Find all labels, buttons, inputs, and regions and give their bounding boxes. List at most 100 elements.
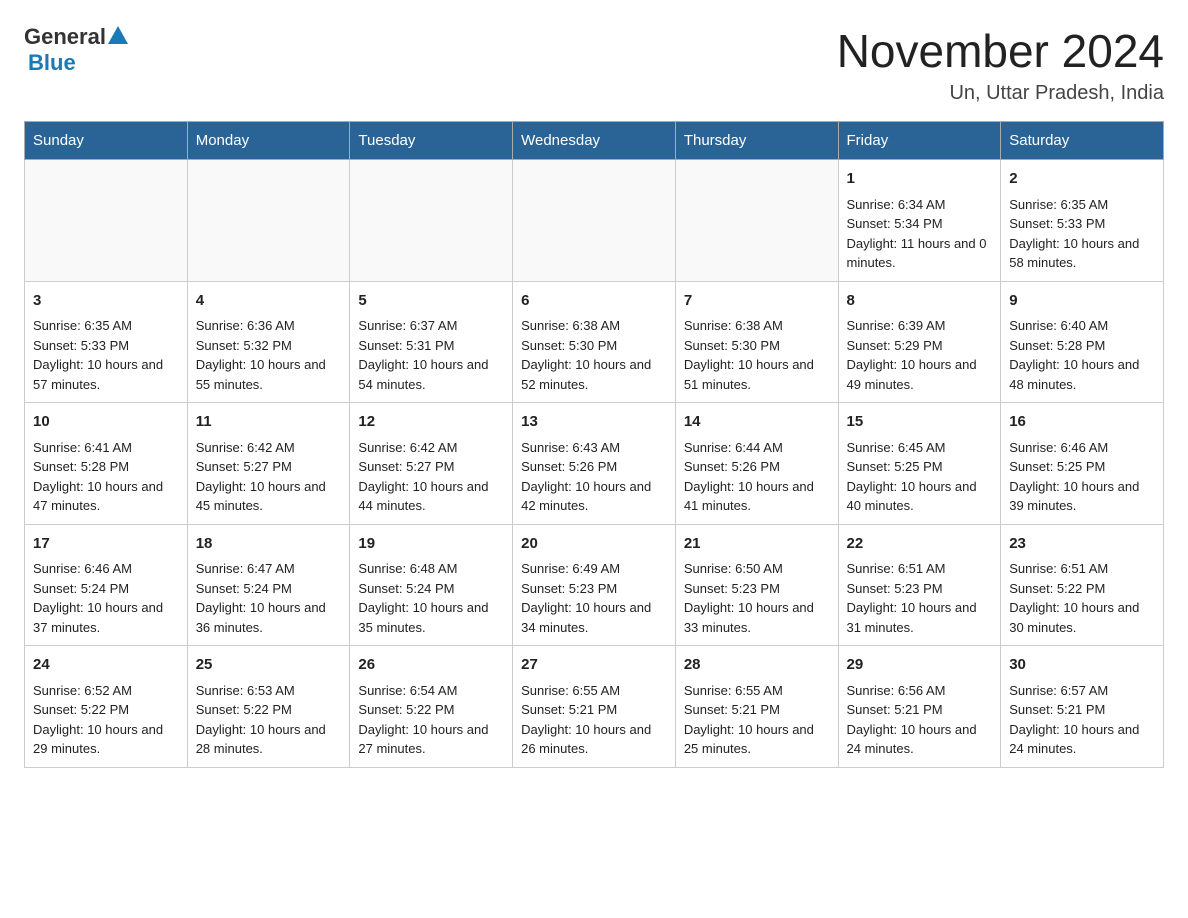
sunset-text: Sunset: 5:32 PM bbox=[196, 336, 342, 356]
calendar-cell: 30Sunrise: 6:57 AMSunset: 5:21 PMDayligh… bbox=[1001, 646, 1164, 768]
sunrise-text: Sunrise: 6:40 AM bbox=[1009, 316, 1155, 336]
day-number: 10 bbox=[33, 411, 179, 434]
calendar-cell: 21Sunrise: 6:50 AMSunset: 5:23 PMDayligh… bbox=[675, 524, 838, 646]
sunset-text: Sunset: 5:29 PM bbox=[847, 336, 993, 356]
sunset-text: Sunset: 5:22 PM bbox=[196, 700, 342, 720]
day-number: 9 bbox=[1009, 290, 1155, 313]
sunrise-text: Sunrise: 6:42 AM bbox=[196, 438, 342, 458]
sunrise-text: Sunrise: 6:47 AM bbox=[196, 559, 342, 579]
calendar-cell: 3Sunrise: 6:35 AMSunset: 5:33 PMDaylight… bbox=[25, 281, 188, 403]
calendar-cell bbox=[675, 160, 838, 282]
sunset-text: Sunset: 5:24 PM bbox=[196, 579, 342, 599]
daylight-text: Daylight: 10 hours and 25 minutes. bbox=[684, 720, 830, 759]
day-number: 18 bbox=[196, 533, 342, 556]
calendar-cell: 24Sunrise: 6:52 AMSunset: 5:22 PMDayligh… bbox=[25, 646, 188, 768]
calendar-cell: 18 Sunrise: 6:47 AMSunset: 5:24 PMDayligh… bbox=[187, 524, 350, 646]
day-number: 5 bbox=[358, 290, 504, 313]
daylight-text: Daylight: 10 hours and 34 minutes. bbox=[521, 598, 667, 637]
sunset-text: Sunset: 5:30 PM bbox=[521, 336, 667, 356]
calendar-cell: 14Sunrise: 6:44 AMSunset: 5:26 PMDayligh… bbox=[675, 403, 838, 525]
calendar-cell: 25Sunrise: 6:53 AMSunset: 5:22 PMDayligh… bbox=[187, 646, 350, 768]
day-number: 6 bbox=[521, 290, 667, 313]
weekday-header-monday: Monday bbox=[187, 122, 350, 160]
day-number: 23 bbox=[1009, 533, 1155, 556]
sunrise-text: Sunrise: 6:41 AM bbox=[33, 438, 179, 458]
calendar-week-row: 1Sunrise: 6:34 AMSunset: 5:34 PMDaylight… bbox=[25, 160, 1164, 282]
daylight-text: Daylight: 10 hours and 35 minutes. bbox=[358, 598, 504, 637]
calendar-cell: 4Sunrise: 6:36 AMSunset: 5:32 PMDaylight… bbox=[187, 281, 350, 403]
logo-triangle-icon bbox=[108, 26, 128, 44]
calendar-cell: 5Sunrise: 6:37 AMSunset: 5:31 PMDaylight… bbox=[350, 281, 513, 403]
calendar-cell: 2Sunrise: 6:35 AMSunset: 5:33 PMDaylight… bbox=[1001, 160, 1164, 282]
sunrise-text: Sunrise: 6:39 AM bbox=[847, 316, 993, 336]
calendar-cell: 19Sunrise: 6:48 AMSunset: 5:24 PMDayligh… bbox=[350, 524, 513, 646]
sunset-text: Sunset: 5:26 PM bbox=[521, 457, 667, 477]
calendar-week-row: 10Sunrise: 6:41 AMSunset: 5:28 PMDayligh… bbox=[25, 403, 1164, 525]
day-number: 11 bbox=[196, 411, 342, 434]
calendar-cell: 26Sunrise: 6:54 AMSunset: 5:22 PMDayligh… bbox=[350, 646, 513, 768]
daylight-text: Daylight: 10 hours and 54 minutes. bbox=[358, 355, 504, 394]
calendar-cell: 1Sunrise: 6:34 AMSunset: 5:34 PMDaylight… bbox=[838, 160, 1001, 282]
calendar-week-row: 3Sunrise: 6:35 AMSunset: 5:33 PMDaylight… bbox=[25, 281, 1164, 403]
sunset-text: Sunset: 5:28 PM bbox=[1009, 336, 1155, 356]
sunrise-text: Sunrise: 6:50 AM bbox=[684, 559, 830, 579]
daylight-text: Daylight: 10 hours and 28 minutes. bbox=[196, 720, 342, 759]
sunrise-text: Sunrise: 6:57 AM bbox=[1009, 681, 1155, 701]
sunrise-text: Sunrise: 6:43 AM bbox=[521, 438, 667, 458]
sunset-text: Sunset: 5:27 PM bbox=[358, 457, 504, 477]
sunrise-text: Sunrise: 6:52 AM bbox=[33, 681, 179, 701]
logo-blue-text: Blue bbox=[28, 50, 128, 76]
day-number: 22 bbox=[847, 533, 993, 556]
day-number: 29 bbox=[847, 654, 993, 677]
sunset-text: Sunset: 5:23 PM bbox=[521, 579, 667, 599]
daylight-text: Daylight: 10 hours and 47 minutes. bbox=[33, 477, 179, 516]
daylight-text: Daylight: 10 hours and 48 minutes. bbox=[1009, 355, 1155, 394]
daylight-text: Daylight: 10 hours and 27 minutes. bbox=[358, 720, 504, 759]
sunset-text: Sunset: 5:21 PM bbox=[847, 700, 993, 720]
weekday-header-thursday: Thursday bbox=[675, 122, 838, 160]
sunrise-text: Sunrise: 6:46 AM bbox=[1009, 438, 1155, 458]
day-number: 4 bbox=[196, 290, 342, 313]
calendar-cell: 11Sunrise: 6:42 AMSunset: 5:27 PMDayligh… bbox=[187, 403, 350, 525]
daylight-text: Daylight: 10 hours and 31 minutes. bbox=[847, 598, 993, 637]
calendar-cell: 15Sunrise: 6:45 AMSunset: 5:25 PMDayligh… bbox=[838, 403, 1001, 525]
day-number: 7 bbox=[684, 290, 830, 313]
day-number: 25 bbox=[196, 654, 342, 677]
sunrise-text: Sunrise: 6:38 AM bbox=[684, 316, 830, 336]
calendar-header-row: SundayMondayTuesdayWednesdayThursdayFrid… bbox=[25, 122, 1164, 160]
weekday-header-wednesday: Wednesday bbox=[513, 122, 676, 160]
daylight-text: Daylight: 10 hours and 55 minutes. bbox=[196, 355, 342, 394]
sunrise-text: Sunrise: 6:54 AM bbox=[358, 681, 504, 701]
day-number: 17 bbox=[33, 533, 179, 556]
day-number: 21 bbox=[684, 533, 830, 556]
sunrise-text: Sunrise: 6:34 AM bbox=[847, 195, 993, 215]
weekday-header-friday: Friday bbox=[838, 122, 1001, 160]
daylight-text: Daylight: 10 hours and 26 minutes. bbox=[521, 720, 667, 759]
daylight-text: Daylight: 10 hours and 52 minutes. bbox=[521, 355, 667, 394]
month-year-title: November 2024 bbox=[837, 24, 1164, 78]
day-number: 1 bbox=[847, 168, 993, 191]
calendar-cell: 13 Sunrise: 6:43 AMSunset: 5:26 PMDayligh… bbox=[513, 403, 676, 525]
sunset-text: Sunset: 5:22 PM bbox=[1009, 579, 1155, 599]
sunset-text: Sunset: 5:30 PM bbox=[684, 336, 830, 356]
daylight-text: Daylight: 10 hours and 36 minutes. bbox=[196, 598, 342, 637]
sunset-text: Sunset: 5:21 PM bbox=[521, 700, 667, 720]
day-number: 19 bbox=[358, 533, 504, 556]
sunset-text: Sunset: 5:34 PM bbox=[847, 214, 993, 234]
day-number: 3 bbox=[33, 290, 179, 313]
sunrise-text: Sunrise: 6:45 AM bbox=[847, 438, 993, 458]
weekday-header-sunday: Sunday bbox=[25, 122, 188, 160]
calendar-cell: 8Sunrise: 6:39 AMSunset: 5:29 PMDaylight… bbox=[838, 281, 1001, 403]
calendar-cell: 16Sunrise: 6:46 AMSunset: 5:25 PMDayligh… bbox=[1001, 403, 1164, 525]
sunrise-text: Sunrise: 6:44 AM bbox=[684, 438, 830, 458]
sunrise-text: Sunrise: 6:37 AM bbox=[358, 316, 504, 336]
day-number: 13 bbox=[521, 411, 667, 434]
day-number: 26 bbox=[358, 654, 504, 677]
daylight-text: Daylight: 10 hours and 39 minutes. bbox=[1009, 477, 1155, 516]
daylight-text: Daylight: 10 hours and 42 minutes. bbox=[521, 477, 667, 516]
calendar-table: SundayMondayTuesdayWednesdayThursdayFrid… bbox=[24, 121, 1164, 768]
day-number: 15 bbox=[847, 411, 993, 434]
sunset-text: Sunset: 5:24 PM bbox=[358, 579, 504, 599]
calendar-cell: 29Sunrise: 6:56 AMSunset: 5:21 PMDayligh… bbox=[838, 646, 1001, 768]
daylight-text: Daylight: 10 hours and 49 minutes. bbox=[847, 355, 993, 394]
